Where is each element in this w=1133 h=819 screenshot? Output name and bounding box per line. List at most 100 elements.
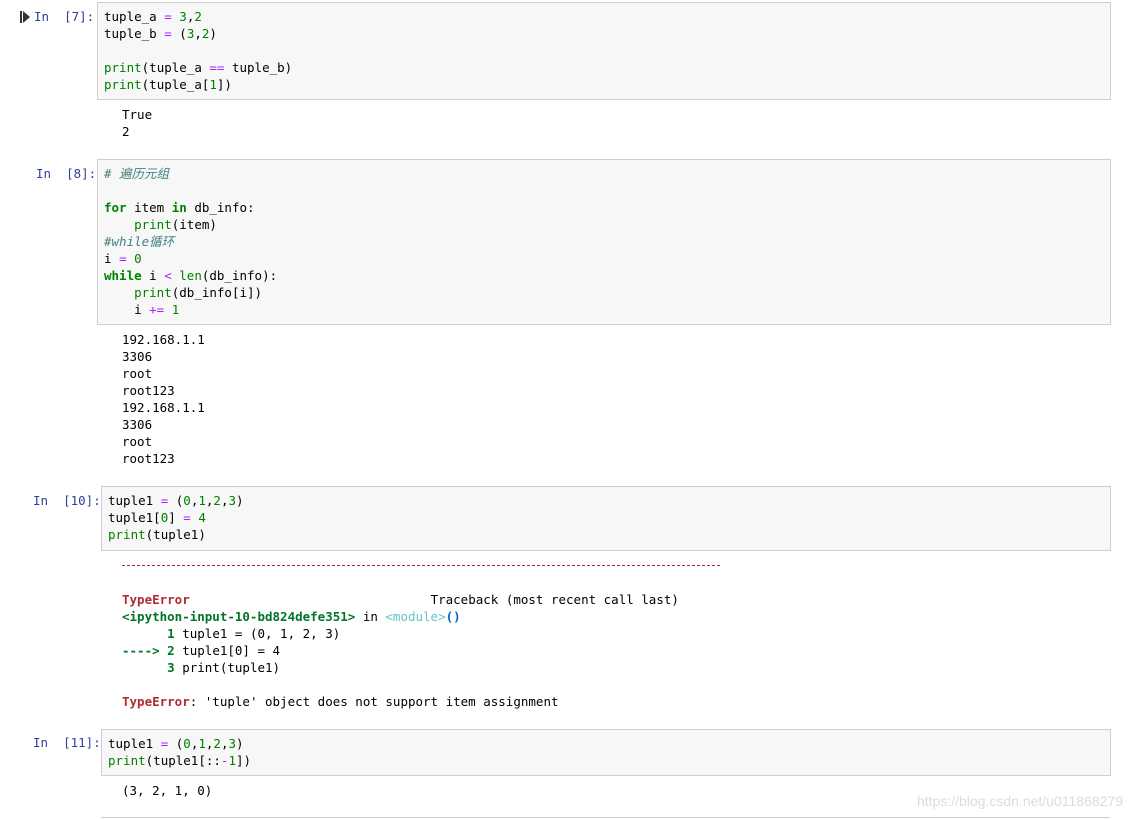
- error-type-final: TypeError: [122, 694, 190, 709]
- run-cell-icon[interactable]: [20, 11, 30, 23]
- code-token-bi: len: [179, 268, 202, 283]
- traceback-label: Traceback (most recent call last): [430, 592, 679, 607]
- traceback-arrow: ----> 2: [122, 643, 175, 658]
- code-line[interactable]: tuple1 = (0,1,2,3): [108, 735, 251, 752]
- traceback-line-code: tuple1 = (0, 1, 2, 3): [174, 626, 341, 641]
- code-token-op: ==: [209, 60, 225, 75]
- code-input-area[interactable]: [101, 486, 1111, 551]
- output-line: root: [122, 366, 153, 381]
- code-line[interactable]: tuple1[0] = 4: [108, 509, 244, 526]
- code-token-num: 3: [228, 736, 236, 751]
- code-token-cm: #while循环: [104, 234, 175, 249]
- code-editor[interactable]: # 遍历元组 for item in db_info: print(item) #w…: [104, 165, 277, 318]
- output-line: (3, 2, 1, 0): [122, 783, 213, 798]
- code-editor[interactable]: tuple1 = (0,1,2,3) print(tuple1[::-1]): [108, 735, 251, 769]
- input-prompt: In [11]:: [33, 735, 101, 750]
- code-token-op: =: [119, 251, 127, 266]
- code-line[interactable]: print(tuple_a == tuple_b): [104, 59, 292, 76]
- code-token-op: =: [183, 510, 191, 525]
- code-line[interactable]: [104, 42, 292, 59]
- traceback-source: <ipython-input-10-bd824defe351>: [122, 609, 356, 624]
- output-line: 3306: [122, 417, 153, 432]
- code-token-num: 1: [198, 736, 206, 751]
- code-token-num: 2: [213, 493, 221, 508]
- code-line[interactable]: i += 1: [104, 301, 277, 318]
- output-line: 2: [122, 124, 130, 139]
- code-token-num: 2: [194, 9, 202, 24]
- code-token-num: 1: [198, 493, 206, 508]
- traceback-output: TypeError Traceback (most recent call la…: [122, 574, 679, 710]
- error-message: : 'tuple' object does not support item a…: [189, 694, 559, 709]
- code-token-num: 2: [213, 736, 221, 751]
- code-token-num: 3: [186, 26, 195, 41]
- code-line[interactable]: tuple_b = (3,2): [104, 25, 292, 42]
- traceback-call: (): [445, 609, 461, 624]
- code-line[interactable]: i = 0: [104, 250, 277, 267]
- code-token-num: 2: [201, 26, 210, 41]
- output-line: 3306: [122, 349, 153, 364]
- code-token-num: 0: [160, 510, 169, 525]
- code-token-kw: in: [171, 200, 187, 215]
- cell-output: True 2: [122, 106, 152, 140]
- output-line: root123: [122, 383, 175, 398]
- code-token-op: +=: [149, 302, 165, 317]
- error-type: TypeError: [122, 592, 190, 607]
- code-token-num: 3: [228, 493, 236, 508]
- input-prompt: In [7]:: [34, 9, 95, 24]
- code-token-op: =: [160, 493, 169, 508]
- output-line: 192.168.1.1: [122, 400, 205, 415]
- code-line[interactable]: [104, 182, 277, 199]
- traceback-line-number: 1: [122, 626, 175, 641]
- output-line: root123: [122, 451, 175, 466]
- code-line[interactable]: for item in db_info:: [104, 199, 277, 216]
- code-token-cm: # 遍历元组: [104, 166, 170, 181]
- code-line[interactable]: print(item): [104, 216, 277, 233]
- code-editor[interactable]: tuple1 = (0,1,2,3) tuple1[0] = 4 print(tup…: [108, 492, 244, 543]
- watermark: https://blog.csdn.net/u011868279: [916, 793, 1123, 809]
- code-token-num: 1: [228, 753, 236, 768]
- code-line[interactable]: #while循环: [104, 233, 277, 250]
- code-token-op: =: [164, 26, 172, 41]
- code-input-area[interactable]: [101, 729, 1111, 776]
- code-line[interactable]: while i < len(db_info):: [104, 267, 277, 284]
- code-line[interactable]: # 遍历元组: [104, 165, 277, 182]
- output-line: True: [122, 107, 153, 122]
- code-token-op: =: [164, 9, 172, 24]
- input-prompt: In [8]:: [36, 166, 97, 181]
- traceback-line-code: tuple1[0] = 4: [174, 643, 281, 658]
- code-token-num: 0: [183, 493, 191, 508]
- code-token-num: 3: [179, 9, 187, 24]
- code-line[interactable]: tuple1 = (0,1,2,3): [108, 492, 244, 509]
- code-line[interactable]: print(db_info[i]): [104, 284, 277, 301]
- code-token-num: 1: [171, 302, 180, 317]
- code-line[interactable]: print(tuple_a[1]): [104, 76, 292, 93]
- code-line[interactable]: tuple_a = 3,2: [104, 8, 292, 25]
- cell-output: (3, 2, 1, 0): [122, 782, 212, 799]
- traceback-separator: [122, 565, 720, 566]
- code-token-num: 0: [134, 251, 142, 266]
- next-cell-border[interactable]: [101, 817, 1110, 818]
- code-token-bi: print: [134, 285, 172, 300]
- output-line: root: [122, 434, 153, 449]
- code-token-num: 1: [209, 77, 217, 92]
- traceback-in: in: [355, 609, 386, 624]
- traceback-line-number: 3: [122, 660, 175, 675]
- code-token-op: =: [160, 736, 169, 751]
- output-line: 192.168.1.1: [122, 332, 205, 347]
- code-token-kw: for: [104, 200, 127, 215]
- code-editor[interactable]: tuple_a = 3,2 tuple_b = (3,2) print(tuple_…: [104, 8, 292, 93]
- traceback-line-code: print(tuple1): [174, 660, 281, 675]
- code-token-num: 0: [183, 736, 191, 751]
- code-token-bi: print: [104, 60, 142, 75]
- code-token-op: <: [164, 268, 172, 283]
- code-token-bi: print: [108, 527, 146, 542]
- code-token-num: 4: [198, 510, 206, 525]
- code-token-kw: while: [104, 268, 142, 283]
- code-line[interactable]: print(tuple1): [108, 526, 244, 543]
- code-token-bi: print: [108, 753, 146, 768]
- input-prompt: In [10]:: [33, 493, 101, 508]
- code-token-bi: print: [134, 217, 172, 232]
- cell-output: 192.168.1.1 3306 root root123 192.168.1.1 330…: [122, 331, 205, 467]
- traceback-module: <module>: [385, 609, 446, 624]
- code-line[interactable]: print(tuple1[::-1]): [108, 752, 251, 769]
